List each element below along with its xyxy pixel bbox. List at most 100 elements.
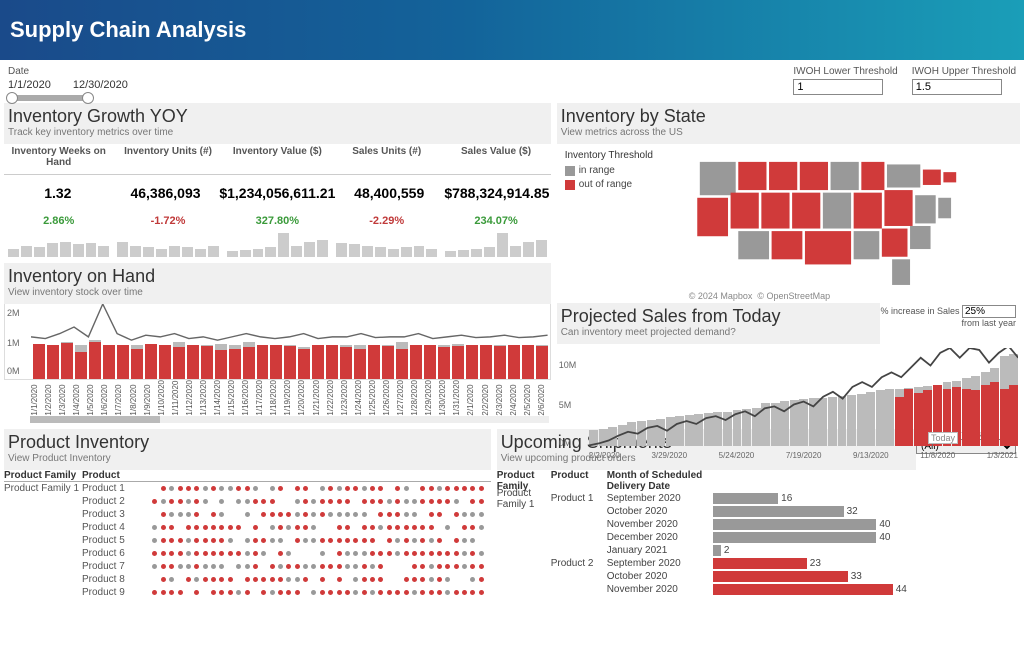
ioh-xtick: 1/21/2020 xyxy=(312,380,326,416)
ioh-sub: View inventory stock over time xyxy=(8,287,547,298)
date-slider[interactable] xyxy=(8,95,92,101)
ioh-xtick: 2/1/2020 xyxy=(466,380,480,416)
kpi-label: Sales Units (#) xyxy=(332,146,441,157)
kpi-title: Inventory Growth YOY xyxy=(8,106,547,127)
kpi-label: Inventory Weeks on Hand xyxy=(4,146,113,168)
pinv-row[interactable]: Product 4 xyxy=(4,521,491,534)
ioh-xtick: 1/11/2020 xyxy=(171,380,185,416)
dot-strip xyxy=(142,560,491,573)
page-title: Supply Chain Analysis xyxy=(10,17,246,43)
legend-out-range[interactable]: out of range xyxy=(565,179,683,190)
kpi-sparkline xyxy=(223,229,332,257)
ioh-xtick: 1/18/2020 xyxy=(269,380,283,416)
pinv-section-header: Product Inventory View Product Inventory xyxy=(4,429,491,470)
pinv-row[interactable]: Product Family 1Product 1 xyxy=(4,482,491,495)
pinv-row[interactable]: Product 9 xyxy=(4,586,491,599)
ship-row[interactable]: November 202040 xyxy=(497,518,1020,531)
legend-out-range-label: out of range xyxy=(579,179,632,190)
ioh-xtick: 1/27/2020 xyxy=(396,380,410,416)
pinv-row[interactable]: Product 2 xyxy=(4,495,491,508)
proj-chart[interactable]: 10M 5M 0M Today 2/2/20203/29/20205/24/20… xyxy=(557,344,1020,462)
ioh-xtick: 2/4/2020 xyxy=(509,380,523,416)
proj-title: Projected Sales from Today xyxy=(561,306,877,327)
dot-strip xyxy=(142,508,491,521)
dot-strip xyxy=(142,586,491,599)
date-label: Date xyxy=(8,66,793,77)
proj-section-header: Projected Sales from Today Can inventory… xyxy=(557,303,881,344)
ioh-xtick: 1/20/2020 xyxy=(297,380,311,416)
ioh-title: Inventory on Hand xyxy=(8,266,547,287)
ioh-chart[interactable]: 2M 1M 0M xyxy=(4,304,551,380)
date-from: 1/1/2020 xyxy=(8,79,51,91)
proj-ytick-5m: 5M xyxy=(559,400,572,410)
ship-row[interactable]: Product Family 1Product 1September 20201… xyxy=(497,492,1020,505)
kpi-sub: Track key inventory metrics over time xyxy=(8,127,547,138)
kpi-sparkline xyxy=(113,229,222,257)
legend-in-range-label: in range xyxy=(579,165,615,176)
dot-strip xyxy=(142,521,491,534)
ship-row[interactable]: October 202033 xyxy=(497,570,1020,583)
ioh-section-header: Inventory on Hand View inventory stock o… xyxy=(4,263,551,304)
proj-xtick: 2/2/2020 xyxy=(589,451,620,460)
pinv-row[interactable]: Product 7 xyxy=(4,560,491,573)
ioh-xtick: 1/2/2020 xyxy=(44,380,58,416)
kpi-sparkline xyxy=(441,229,550,257)
dot-strip xyxy=(142,573,491,586)
proj-xtick: 5/24/2020 xyxy=(719,451,755,460)
pinv-row[interactable]: Product 3 xyxy=(4,508,491,521)
dot-strip xyxy=(142,482,491,495)
ioh-xtick: 1/25/2020 xyxy=(368,380,382,416)
map-attr-osm: © OpenStreetMap xyxy=(757,291,830,301)
kpi-pct: -1.72% xyxy=(113,215,222,227)
kpi-value: $788,324,914.85 xyxy=(443,185,551,201)
proj-pct-input[interactable] xyxy=(962,305,1016,318)
kpi-value: 1.32 xyxy=(4,185,112,201)
ship-row[interactable]: November 202044 xyxy=(497,583,1020,596)
ship-row[interactable]: January 20212 xyxy=(497,544,1020,557)
ioh-xtick: 1/4/2020 xyxy=(72,380,86,416)
iwoh-lower-label: IWOH Lower Threshold xyxy=(793,66,897,77)
ship-h-delivery: Month of ScheduledDelivery Date xyxy=(607,470,807,492)
ioh-xtick: 1/26/2020 xyxy=(382,380,396,416)
us-map[interactable]: © 2024 Mapbox © OpenStreetMap xyxy=(687,144,1020,303)
proj-xtick: 3/29/2020 xyxy=(651,451,687,460)
kpi-section-header: Inventory Growth YOY Track key inventory… xyxy=(4,103,551,144)
ship-row[interactable]: Product 2September 202023 xyxy=(497,557,1020,570)
pinv-row[interactable]: Product 8 xyxy=(4,573,491,586)
ioh-ytick-2m: 2M xyxy=(7,308,20,318)
ioh-xtick: 1/13/2020 xyxy=(199,380,213,416)
ioh-xtick: 2/6/2020 xyxy=(537,380,551,416)
ioh-xtick: 1/7/2020 xyxy=(114,380,128,416)
pinv-sub: View Product Inventory xyxy=(8,453,487,464)
ioh-xtick: 2/3/2020 xyxy=(495,380,509,416)
pinv-row[interactable]: Product 6 xyxy=(4,547,491,560)
kpi-pct: 2.86% xyxy=(4,215,113,227)
ioh-scrollbar[interactable] xyxy=(30,416,549,423)
kpi-value: $1,234,056,611.21 xyxy=(219,185,335,201)
ship-row[interactable]: December 202040 xyxy=(497,531,1020,544)
pinv-title: Product Inventory xyxy=(8,432,487,453)
map-section-header: Inventory by State View metrics across t… xyxy=(557,103,1020,144)
ioh-xtick: 1/10/2020 xyxy=(157,380,171,416)
ioh-xtick: 1/16/2020 xyxy=(241,380,255,416)
legend-in-range[interactable]: in range xyxy=(565,165,683,176)
kpi-label: Inventory Units (#) xyxy=(113,146,222,157)
ship-row[interactable]: October 202032 xyxy=(497,505,1020,518)
kpi-pct: 234.07% xyxy=(441,215,550,227)
iwoh-lower-input[interactable] xyxy=(793,79,883,95)
proj-today-label: Today xyxy=(928,432,958,444)
ioh-xtick: 1/15/2020 xyxy=(227,380,241,416)
dashboard-header: Supply Chain Analysis xyxy=(0,0,1024,60)
dot-strip xyxy=(142,495,491,508)
pinv-row[interactable]: Product 5 xyxy=(4,534,491,547)
kpi-sparkline xyxy=(332,229,441,257)
ioh-xtick: 1/6/2020 xyxy=(100,380,114,416)
proj-xtick: 1/3/2021 xyxy=(987,451,1018,460)
dot-strip xyxy=(142,534,491,547)
ioh-xtick: 1/31/2020 xyxy=(452,380,466,416)
iwoh-upper-input[interactable] xyxy=(912,79,1002,95)
controls-row: Date 1/1/2020 12/30/2020 IWOH Lower Thre… xyxy=(0,60,1024,103)
proj-ytick-10m: 10M xyxy=(559,360,577,370)
ioh-xtick: 1/3/2020 xyxy=(58,380,72,416)
pinv-h-family: Product Family xyxy=(4,470,82,481)
